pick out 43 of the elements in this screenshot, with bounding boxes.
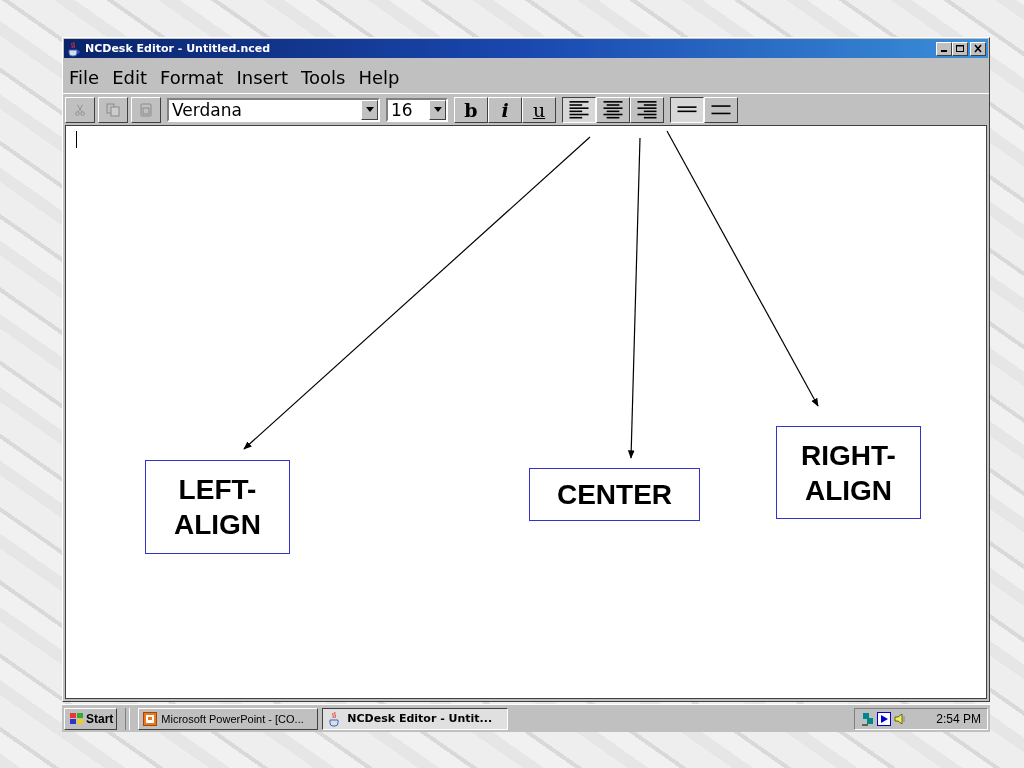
menu-item[interactable]: Help bbox=[358, 66, 400, 88]
align-right-icon bbox=[635, 100, 659, 119]
menu-item[interactable]: Edit bbox=[112, 66, 147, 88]
align-right-button[interactable] bbox=[630, 96, 664, 123]
menu-item[interactable]: File bbox=[69, 66, 100, 88]
minimize-button[interactable] bbox=[936, 41, 952, 56]
annotation-label: LEFT-ALIGN bbox=[145, 460, 290, 554]
window-title: NCDesk Editor - Untitled.nced bbox=[85, 42, 272, 55]
align-center-icon bbox=[601, 100, 625, 119]
double-spacing-button[interactable] bbox=[704, 96, 738, 123]
underline-button[interactable]: u bbox=[522, 96, 556, 123]
dropdown-arrow-icon bbox=[365, 107, 374, 112]
taskbar-item[interactable]: NCDesk Editor - Untit... bbox=[322, 707, 509, 730]
dropdown-arrow-icon bbox=[433, 107, 442, 112]
taskbar-item[interactable]: Microsoft PowerPoint - [CO... bbox=[138, 707, 319, 730]
maximize-button[interactable] bbox=[952, 41, 968, 56]
align-center-button[interactable] bbox=[596, 96, 630, 123]
single-spacing-button[interactable] bbox=[670, 96, 704, 123]
clock: 2:54 PM bbox=[936, 711, 981, 726]
menu-item[interactable]: Format bbox=[160, 66, 224, 88]
network-icon[interactable] bbox=[861, 711, 875, 726]
maximize-icon bbox=[955, 44, 965, 53]
coffee-cup-icon bbox=[66, 40, 82, 57]
italic-button[interactable]: i bbox=[488, 96, 522, 123]
clipboard-icon bbox=[138, 101, 154, 118]
copy-icon bbox=[105, 101, 121, 118]
menu-item[interactable]: Insert bbox=[236, 66, 289, 88]
font-dropdown[interactable]: Verdana bbox=[167, 97, 380, 122]
windows-logo-icon bbox=[68, 711, 84, 726]
scissors-icon bbox=[73, 102, 87, 117]
bold-button[interactable]: b bbox=[454, 96, 488, 123]
text-cursor bbox=[76, 131, 77, 148]
align-left-button[interactable] bbox=[562, 96, 596, 123]
annotation-label: CENTER bbox=[529, 468, 700, 521]
play-icon[interactable] bbox=[877, 711, 891, 726]
close-icon bbox=[973, 44, 983, 53]
start-button[interactable]: Start bbox=[64, 707, 118, 730]
align-left-icon bbox=[567, 100, 591, 119]
presentation-app-icon bbox=[143, 711, 158, 726]
menu-item[interactable]: Tools bbox=[301, 66, 346, 88]
close-button[interactable] bbox=[970, 41, 986, 56]
annotation-label: RIGHT-ALIGN bbox=[776, 426, 921, 519]
font-size-dropdown[interactable]: 16 bbox=[386, 97, 448, 122]
